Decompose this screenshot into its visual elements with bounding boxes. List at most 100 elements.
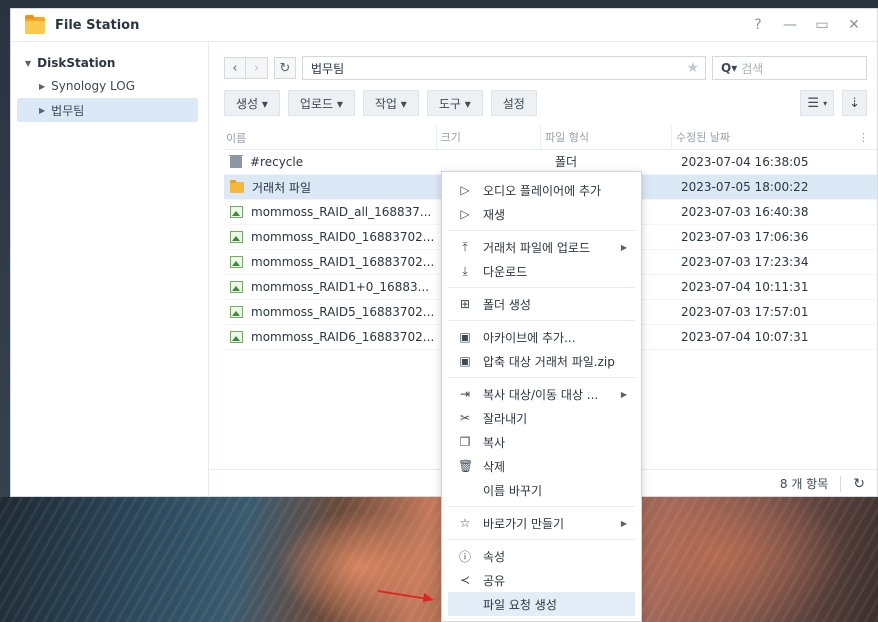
sidebar-item-label: 법무팀 (51, 103, 85, 118)
column-header-date[interactable]: 수정된 날짜 (670, 125, 858, 150)
refresh-button[interactable]: ↻ (274, 57, 296, 79)
image-file-icon (230, 331, 243, 343)
action-button[interactable]: 작업 ▾ (362, 90, 419, 116)
menu-item[interactable]: ✂ 잘라내기 (442, 406, 641, 430)
menu-item-label: 오디오 플레이어에 추가 (483, 183, 602, 198)
upload-button[interactable]: 업로드 ▾ (287, 90, 355, 116)
menu-item[interactable]: ☆ 바로가기 만들기 ▶ (442, 511, 641, 535)
archive-icon: ▣ (459, 330, 471, 344)
chevron-down-icon: ▾ (823, 98, 828, 108)
star-icon: ☆ (459, 516, 471, 530)
menu-item-label: 아카이브에 추가... (483, 330, 576, 345)
sidebar-root[interactable]: ▼ DiskStation (11, 52, 208, 74)
image-file-icon (230, 256, 243, 268)
file-name-cell: mommoss_RAID_all_168837... (224, 205, 439, 219)
sidebar-root-label: DiskStation (37, 56, 116, 70)
tools-button[interactable]: 도구 ▾ (426, 90, 483, 116)
search-icon[interactable]: Q▾ (721, 61, 737, 75)
menu-item-label: 재생 (483, 207, 506, 222)
file-date: 2023-07-04 16:38:05 (681, 155, 809, 169)
recycle-bin-icon (229, 155, 243, 168)
help-icon[interactable]: ? (751, 17, 765, 33)
file-name: mommoss_RAID0_16883702... (251, 230, 435, 244)
menu-item[interactable]: ▣ 압축 대상 거래처 파일.zip (442, 349, 641, 373)
menu-item-label: 파일 요청 생성 (483, 597, 557, 612)
delete-icon: 🗑 (458, 459, 474, 473)
file-name-cell: mommoss_RAID0_16883702... (224, 230, 439, 244)
file-name-cell: mommoss_RAID1_16883702... (224, 255, 439, 269)
file-name: mommoss_RAID6_16883702... (251, 330, 435, 344)
menu-item-label: 속성 (483, 549, 506, 564)
menu-item-label: 복사 대상/이동 대상 ... (483, 387, 599, 402)
refresh-icon[interactable]: ↻ (853, 476, 865, 492)
menu-item[interactable]: ⤒ 거래처 파일에 업로드 ▶ (442, 235, 641, 259)
menu-item-label: 공유 (483, 573, 506, 588)
close-icon[interactable]: ✕ (847, 17, 861, 33)
path-field[interactable]: 법무팀 ★ (302, 56, 706, 80)
sidebar-item-label: Synology LOG (51, 79, 136, 93)
menu-item[interactable]: ▣ 아카이브에 추가... (442, 325, 641, 349)
chevron-right-icon: › (253, 60, 260, 76)
caret-right-icon[interactable]: ▶ (39, 106, 45, 115)
caret-right-icon[interactable]: ▶ (39, 82, 45, 91)
menu-item[interactable]: ⊞ 폴더 생성 (442, 292, 641, 316)
menu-separator (448, 539, 635, 540)
menu-item[interactable]: 파일 요청 생성 (448, 592, 635, 616)
column-header-size[interactable]: 크기 (435, 125, 540, 150)
forward-button[interactable]: › (246, 57, 268, 79)
menu-item[interactable]: ⓘ 속성 (442, 544, 641, 568)
settings-button[interactable]: 설정 (490, 90, 537, 116)
cut-icon: ✂ (459, 411, 471, 425)
sidebar-item-legal-team[interactable]: ▶ 법무팀 (17, 98, 198, 122)
favorite-star-icon[interactable]: ★ (686, 60, 699, 76)
play-icon: ▷ (460, 207, 470, 221)
file-name: 거래처 파일 (252, 180, 312, 195)
menu-separator (448, 230, 635, 231)
file-date: 2023-07-03 17:57:01 (681, 305, 809, 319)
refresh-icon: ↻ (279, 60, 291, 76)
annotation-arrow-icon (377, 590, 434, 602)
action-toolbar: 생성 ▾ 업로드 ▾ 작업 ▾ 도구 ▾ 설정 ☰ ▾ ⇣ (224, 90, 867, 116)
file-date: 2023-07-03 16:40:38 (681, 205, 809, 219)
file-date: 2023-07-04 10:07:31 (681, 330, 809, 344)
image-file-icon (230, 306, 243, 318)
minimize-icon[interactable]: — (783, 17, 797, 33)
column-header-name[interactable]: 이름 (224, 130, 436, 146)
menu-item[interactable]: ⇥ 복사 대상/이동 대상 ... ▶ (442, 382, 641, 406)
search-input[interactable]: Q▾ 검색 (712, 56, 867, 80)
new-folder-icon: ⊞ (459, 297, 471, 311)
menu-item[interactable]: ❐ 복사 (442, 430, 641, 454)
submenu-arrow-icon: ▶ (620, 242, 627, 252)
menu-item[interactable]: ▷ 오디오 플레이어에 추가 (442, 178, 641, 202)
sidebar-item-synology-log[interactable]: ▶ Synology LOG (11, 74, 208, 98)
menu-item-label: 압축 대상 거래처 파일.zip (483, 354, 615, 369)
menu-item[interactable]: 🗑 삭제 (442, 454, 641, 478)
share-icon: ≺ (459, 573, 471, 587)
column-options-icon[interactable]: ⋮ (858, 131, 877, 144)
submenu-arrow-icon: ▶ (620, 518, 627, 528)
back-button[interactable]: ‹ (224, 57, 246, 79)
title-bar: File Station ? — ▭ ✕ (11, 9, 877, 42)
create-button[interactable]: 생성 ▾ (224, 90, 280, 116)
folder-icon (230, 179, 244, 193)
search-placeholder: 검색 (741, 61, 764, 76)
view-mode-button[interactable]: ☰ ▾ (800, 90, 835, 116)
menu-item[interactable]: ≺ 공유 (442, 568, 641, 592)
copy-move-icon: ⇥ (459, 387, 471, 401)
maximize-icon[interactable]: ▭ (815, 17, 829, 33)
context-menu: ▷ 오디오 플레이어에 추가 ▷ 재생 ⤒ 거래처 파일에 업로드 ▶ ⤓ 다운로드 ⊞ 폴더 생성… (441, 171, 642, 622)
caret-down-icon[interactable]: ▼ (25, 59, 31, 68)
file-name-cell: mommoss_RAID5_16883702... (224, 305, 439, 319)
column-header-type[interactable]: 파일 형식 (540, 125, 671, 150)
file-name-cell: #recycle (224, 155, 439, 169)
menu-item[interactable]: ▷ 재생 (442, 202, 641, 226)
sort-button[interactable]: ⇣ (842, 90, 867, 116)
desktop-wallpaper (0, 497, 878, 622)
chevron-left-icon: ‹ (232, 60, 238, 76)
menu-item-label: 이름 바꾸기 (483, 483, 543, 498)
menu-item[interactable]: 이름 바꾸기 (442, 478, 641, 502)
sort-icon: ⇣ (849, 95, 860, 111)
play-icon: ▷ (460, 183, 470, 197)
image-file-icon (230, 231, 243, 243)
menu-item[interactable]: ⤓ 다운로드 (442, 259, 641, 283)
